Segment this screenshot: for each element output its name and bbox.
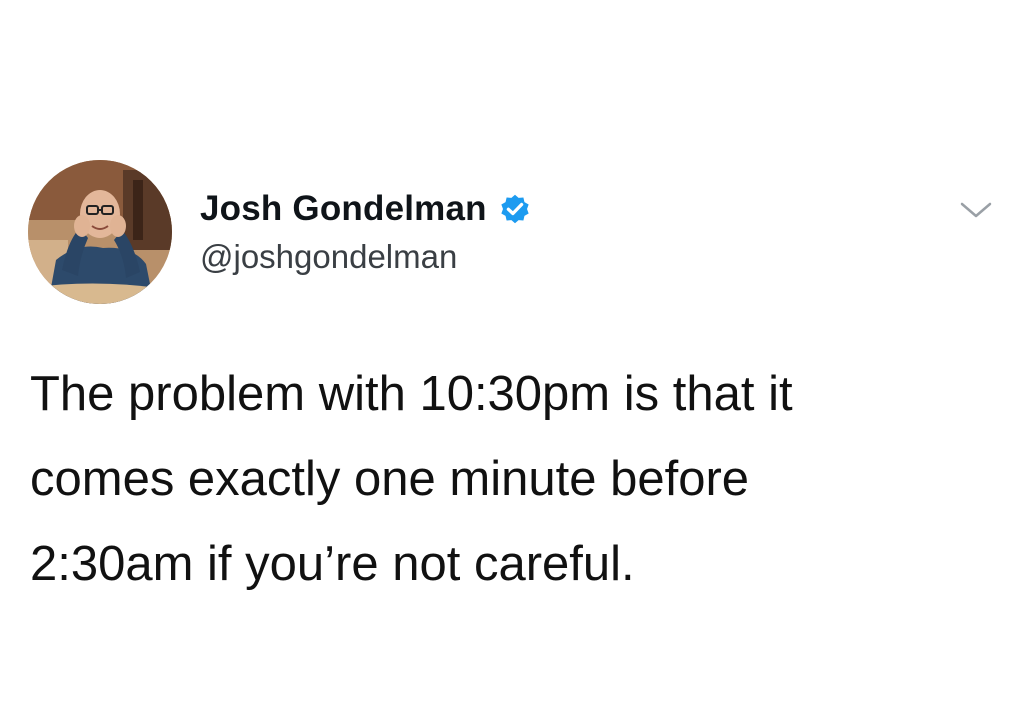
tweet-text: The problem with 10:30pm is that it come… [30,352,990,607]
display-name: Josh Gondelman [200,189,487,228]
author-handle[interactable]: @joshgondelman [200,238,457,276]
tweet-card: Josh Gondelman @joshgondelman The proble… [0,0,1024,719]
author-block: Josh Gondelman @joshgondelman [200,188,533,276]
tweet-text-line: comes exactly one minute before [30,452,750,506]
tweet-text-line: The problem with 10:30pm is that it [30,367,793,421]
author-name-row[interactable]: Josh Gondelman [200,188,533,230]
verified-badge-icon [497,191,533,227]
avatar[interactable] [28,160,172,304]
tweet-text-line: 2:30am if you’re not careful. [30,537,635,591]
avatar-photo [28,160,172,304]
chevron-down-icon[interactable] [958,198,994,222]
